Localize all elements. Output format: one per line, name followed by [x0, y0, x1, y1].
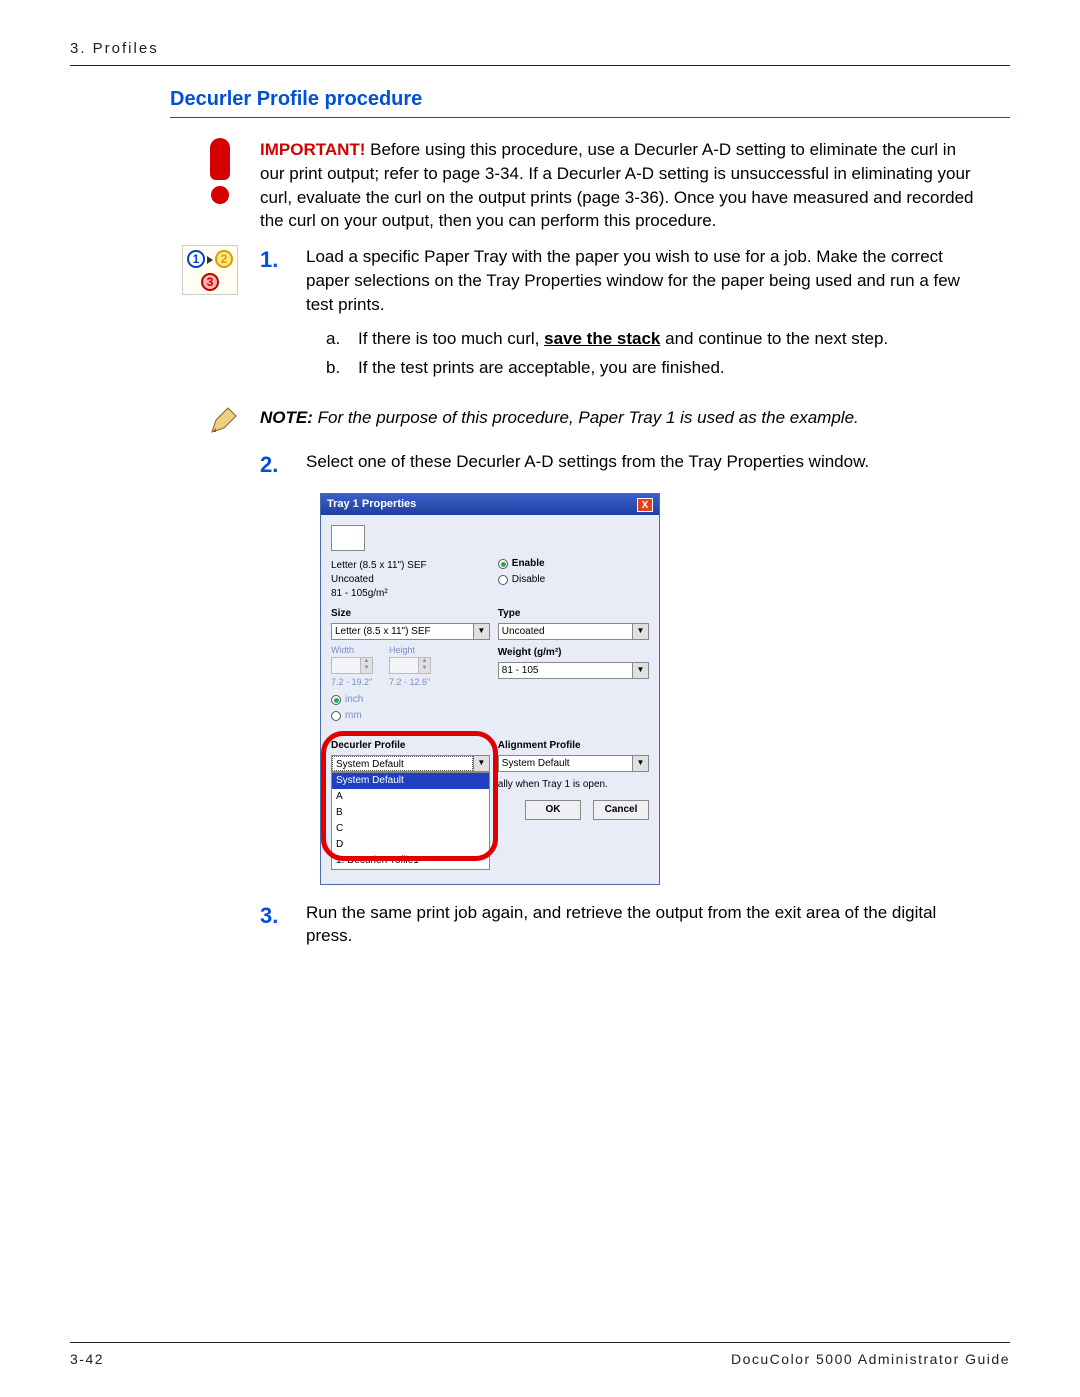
disable-radio[interactable]: Disable: [498, 573, 649, 587]
dialog-titlebar: Tray 1 Properties X: [321, 494, 659, 515]
size-label: Size: [331, 607, 490, 621]
decurler-option[interactable]: D: [332, 837, 489, 853]
radio-on-icon: [498, 559, 508, 569]
tray-properties-dialog: Tray 1 Properties X Letter (8.5 x 11") S…: [320, 493, 660, 885]
type-combo[interactable]: Uncoated ▼: [498, 623, 649, 640]
ok-button[interactable]: OK: [525, 800, 581, 820]
width-spinner[interactable]: ▲▼: [331, 657, 373, 674]
decurler-option[interactable]: C: [332, 821, 489, 837]
cancel-button[interactable]: Cancel: [593, 800, 649, 820]
decurler-option[interactable]: A: [332, 789, 489, 805]
weight-label: Weight (g/m²): [498, 646, 649, 660]
decurler-option[interactable]: System Default: [332, 773, 489, 789]
steps-icon: 1 2 3: [182, 245, 238, 295]
decurler-option[interactable]: 1. DecurlerProfile1: [332, 853, 489, 869]
weight-combo[interactable]: 81 - 105 ▼: [498, 662, 649, 679]
section-title: Decurler Profile procedure: [170, 88, 1010, 118]
step-1-number: 1.: [260, 245, 306, 386]
height-spinner[interactable]: ▲▼: [389, 657, 431, 674]
type-label: Type: [498, 607, 649, 621]
close-icon[interactable]: X: [637, 498, 653, 512]
header-rule: [70, 65, 1010, 66]
page-footer: 3-42 DocuColor 5000 Administrator Guide: [70, 1342, 1010, 1367]
alignment-combo[interactable]: System Default ▼: [498, 755, 649, 772]
important-label: IMPORTANT!: [260, 140, 365, 159]
alignment-label: Alignment Profile: [498, 739, 649, 753]
height-label: Height: [389, 644, 431, 657]
chevron-down-icon[interactable]: ▼: [473, 756, 489, 771]
step-3-body: Run the same print job again, and retrie…: [306, 901, 980, 949]
important-icon: [202, 138, 238, 208]
chevron-down-icon[interactable]: ▼: [632, 756, 648, 771]
step-2-body: Select one of these Decurler A-D setting…: [306, 450, 980, 481]
radio-off-icon: [498, 575, 508, 585]
height-range: 7.2 - 12.6": [389, 676, 431, 689]
chevron-down-icon[interactable]: ▼: [632, 663, 648, 678]
width-range: 7.2 - 19.2": [331, 676, 373, 689]
chevron-down-icon[interactable]: ▼: [632, 624, 648, 639]
doc-title-footer: DocuColor 5000 Administrator Guide: [731, 1351, 1010, 1367]
note-pencil-icon: [208, 406, 238, 436]
breadcrumb: 3. Profiles: [70, 40, 1010, 57]
step-2-number: 2.: [260, 450, 306, 481]
note-text: NOTE: For the purpose of this procedure,…: [260, 406, 1010, 436]
dialog-title-text: Tray 1 Properties: [327, 497, 416, 512]
paper-info: Letter (8.5 x 11") SEF Uncoated 81 - 105…: [331, 559, 490, 601]
chevron-down-icon[interactable]: ▼: [473, 624, 489, 639]
decurler-option[interactable]: B: [332, 805, 489, 821]
important-text: IMPORTANT! Before using this procedure, …: [260, 138, 1010, 233]
enable-radio[interactable]: Enable: [498, 557, 649, 571]
width-label: Width: [331, 644, 373, 657]
decurler-label: Decurler Profile: [331, 739, 490, 753]
step-1a: a. If there is too much curl, save the s…: [306, 327, 980, 351]
unit-mm-radio[interactable]: mm: [331, 709, 490, 723]
page-number: 3-42: [70, 1351, 104, 1367]
paper-preview-icon: [331, 525, 365, 551]
step-1b: b. If the test prints are acceptable, yo…: [306, 356, 980, 380]
step-1-body: Load a specific Paper Tray with the pape…: [306, 245, 980, 386]
decurler-dropdown-list[interactable]: System Default A B C D 1. DecurlerProfil…: [331, 772, 490, 870]
step-3-number: 3.: [260, 901, 306, 949]
decurler-combo[interactable]: System Default ▼: [331, 755, 490, 772]
size-combo[interactable]: Letter (8.5 x 11") SEF ▼: [331, 623, 490, 640]
tray-open-note: ally when Tray 1 is open.: [498, 778, 649, 792]
unit-inch-radio[interactable]: inch: [331, 693, 490, 707]
